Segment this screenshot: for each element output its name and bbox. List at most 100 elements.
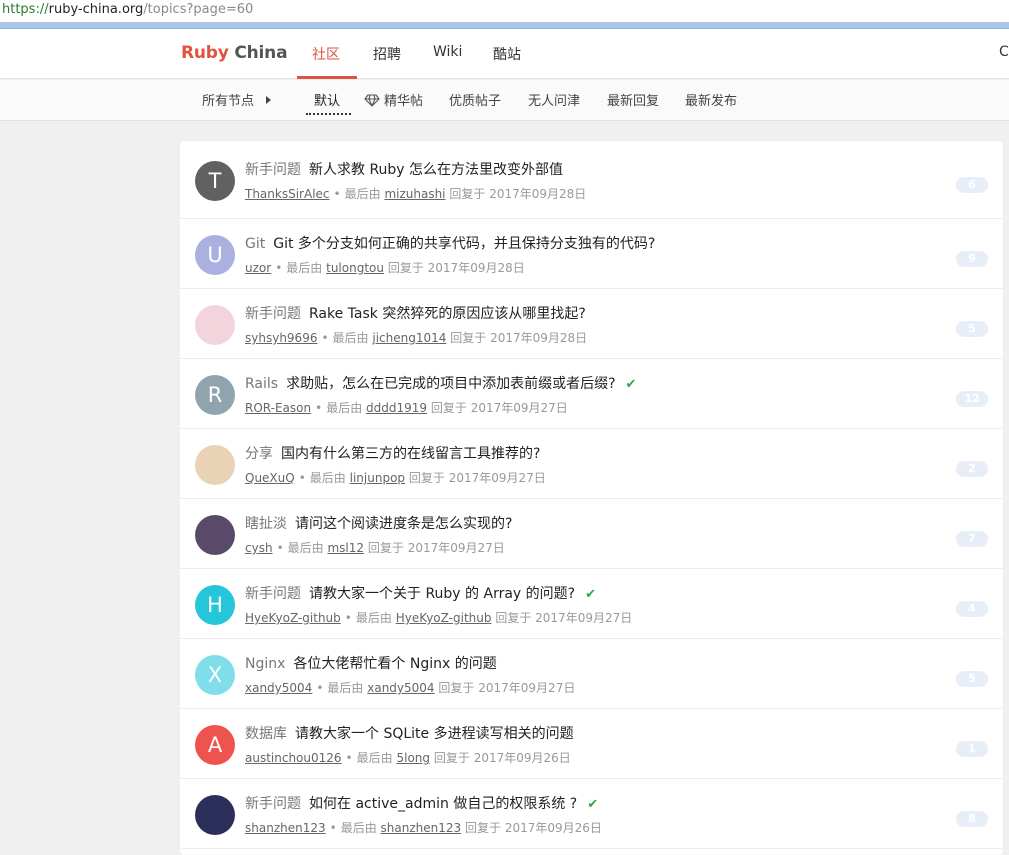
nav-wiki[interactable]: Wiki: [433, 44, 462, 60]
reply-count-badge[interactable]: 7: [956, 531, 988, 547]
user-avatar[interactable]: [195, 445, 235, 485]
topic-meta: QueXuQ • 最后由 linjunpop 回复于 2017年09月27日: [245, 469, 546, 486]
filter-no-reply[interactable]: 无人问津: [528, 90, 580, 109]
last-reply-user-link[interactable]: shanzhen123: [381, 821, 462, 835]
author-link[interactable]: xandy5004: [245, 681, 312, 695]
last-reply-user-link[interactable]: xandy5004: [367, 681, 434, 695]
topic-title-link[interactable]: 各位大佬帮忙看个 Nginx 的问题: [293, 656, 496, 672]
author-link[interactable]: shanzhen123: [245, 821, 326, 835]
last-by-label: 最后由: [356, 751, 393, 765]
node-link[interactable]: Nginx: [245, 656, 285, 672]
filter-last-reply[interactable]: 最新回复: [607, 90, 659, 109]
author-link[interactable]: syhsyh9696: [245, 331, 317, 345]
last-by-label: 最后由: [326, 401, 363, 415]
topic-title-link[interactable]: Rake Task 突然猝死的原因应该从哪里找起?: [309, 306, 586, 322]
topic-row[interactable]: H 新手问题 请教大家一个关于 Ruby 的 Array 的问题? ✔ HyeKyoZ-…: [180, 569, 1003, 639]
filter-bar: 所有节点 默认 精华帖 优质帖子 无人问津 最新回复 最新发布: [0, 80, 1009, 121]
last-reply-user-link[interactable]: dddd1919: [366, 401, 427, 415]
nav-sites[interactable]: 酷站: [493, 44, 521, 64]
topic-title-link[interactable]: 新人求教 Ruby 怎么在方法里改变外部值: [309, 162, 563, 178]
topic-list: T 新手问题 新人求教 Ruby 怎么在方法里改变外部值 ThanksSirAlec •…: [180, 141, 1003, 855]
all-nodes-dropdown[interactable]: 所有节点: [202, 90, 272, 109]
reply-count-badge[interactable]: 6: [956, 177, 988, 193]
filter-excellent[interactable]: 精华帖: [364, 90, 423, 109]
user-avatar[interactable]: H: [195, 585, 235, 625]
user-avatar[interactable]: A: [195, 725, 235, 765]
node-link[interactable]: 分享: [245, 446, 273, 462]
reply-count-badge[interactable]: 8: [956, 811, 988, 827]
last-reply-user-link[interactable]: HyeKyoZ-github: [396, 611, 492, 625]
user-avatar[interactable]: R: [195, 375, 235, 415]
last-reply-user-link[interactable]: linjunpop: [350, 471, 405, 485]
topic-title-link[interactable]: 如何在 active_admin 做自己的权限系统 ?: [309, 796, 577, 812]
topic-row[interactable]: U Git Git 多个分支如何正确的共享代码，并且保持分支独有的代码? uzor • 最…: [180, 219, 1003, 289]
nav-right-cutoff[interactable]: C: [999, 44, 1009, 60]
author-link[interactable]: ThanksSirAlec: [245, 187, 330, 201]
author-link[interactable]: austinchou0126: [245, 751, 342, 765]
user-avatar[interactable]: [195, 795, 235, 835]
reply-count-badge[interactable]: 12: [956, 391, 988, 407]
reply-count-badge[interactable]: 1: [956, 741, 988, 757]
nav-jobs[interactable]: 招聘: [373, 44, 401, 64]
last-reply-user-link[interactable]: tulongtou: [326, 261, 384, 275]
topic-title-link[interactable]: Git 多个分支如何正确的共享代码，并且保持分支独有的代码?: [273, 236, 655, 252]
reply-count-badge[interactable]: 5: [956, 671, 988, 687]
author-link[interactable]: ROR-Eason: [245, 401, 311, 415]
last-reply-user-link[interactable]: 5long: [396, 751, 430, 765]
node-link[interactable]: 数据库: [245, 726, 287, 742]
topic-row[interactable]: A 数据库 请教大家一个 SQLite 多进程读写相关的问题 austinchou01…: [180, 709, 1003, 779]
last-reply-user-link[interactable]: msl12: [327, 541, 364, 555]
topic-title-link[interactable]: 求助贴，怎么在已完成的项目中添加表前缀或者后缀?: [286, 376, 615, 392]
separator-dot: •: [344, 611, 352, 625]
browser-tab-strip: [0, 22, 1009, 29]
nav-community[interactable]: 社区: [312, 44, 340, 64]
node-link[interactable]: 新手问题: [245, 162, 301, 178]
topic-title-link[interactable]: 请教大家一个 SQLite 多进程读写相关的问题: [295, 726, 574, 742]
node-link[interactable]: 瞎扯淡: [245, 516, 287, 532]
topic-title-line: 新手问题 如何在 active_admin 做自己的权限系统 ? ✔: [245, 793, 598, 813]
solved-check-icon: ✔: [625, 377, 637, 392]
node-link[interactable]: Rails: [245, 376, 278, 392]
replied-at-label: 回复于: [430, 401, 467, 415]
topic-row[interactable]: 新手问题 如何在 active_admin 做自己的权限系统 ? ✔ shanzhen…: [180, 779, 1003, 849]
reply-count-badge[interactable]: 4: [956, 601, 988, 617]
topic-title-link[interactable]: 请问这个阅读进度条是怎么实现的?: [295, 516, 512, 532]
topic-row[interactable]: R Rails 求助贴，怎么在已完成的项目中添加表前缀或者后缀? ✔ ROR-Eason…: [180, 359, 1003, 429]
reply-date: 2017年09月28日: [489, 187, 587, 201]
author-link[interactable]: HyeKyoZ-github: [245, 611, 341, 625]
reply-date: 2017年09月28日: [490, 331, 588, 345]
topic-title-link[interactable]: 请教大家一个关于 Ruby 的 Array 的问题?: [309, 586, 575, 602]
topic-title-link[interactable]: 国内有什么第三方的在线留言工具推荐的?: [281, 446, 540, 462]
topic-row[interactable]: 瞎扯淡 请问这个阅读进度条是怎么实现的? cysh • 最后由 msl12 回复于 20…: [180, 499, 1003, 569]
topic-row[interactable]: T 新手问题 新人求教 Ruby 怎么在方法里改变外部值 ThanksSirAlec •…: [180, 141, 1003, 219]
last-reply-user-link[interactable]: mizuhashi: [384, 187, 445, 201]
reply-count-badge[interactable]: 9: [956, 251, 988, 267]
node-link[interactable]: 新手问题: [245, 796, 301, 812]
node-link[interactable]: 新手问题: [245, 306, 301, 322]
brand-logo[interactable]: Ruby China: [181, 43, 288, 63]
user-avatar[interactable]: X: [195, 655, 235, 695]
user-avatar[interactable]: U: [195, 235, 235, 275]
topic-title-line: Git Git 多个分支如何正确的共享代码，并且保持分支独有的代码?: [245, 233, 655, 253]
separator-dot: •: [345, 751, 353, 765]
filter-popular[interactable]: 优质帖子: [449, 90, 501, 109]
author-link[interactable]: cysh: [245, 541, 273, 555]
topic-row[interactable]: 分享 国内有什么第三方的在线留言工具推荐的? QueXuQ • 最后由 linjunpo…: [180, 429, 1003, 499]
node-link[interactable]: Git: [245, 236, 265, 252]
node-link[interactable]: 新手问题: [245, 586, 301, 602]
address-bar[interactable]: https://ruby-china.org/topics?page=60: [0, 0, 1009, 22]
user-avatar[interactable]: [195, 515, 235, 555]
user-avatar[interactable]: [195, 305, 235, 345]
last-by-label: 最后由: [286, 261, 323, 275]
topic-meta: xandy5004 • 最后由 xandy5004 回复于 2017年09月27日: [245, 679, 575, 696]
topic-row[interactable]: 新手问题 Rake Task 突然猝死的原因应该从哪里找起? syhsyh9696 •…: [180, 289, 1003, 359]
reply-count-badge[interactable]: 5: [956, 321, 988, 337]
author-link[interactable]: uzor: [245, 261, 271, 275]
filter-recent[interactable]: 最新发布: [685, 90, 737, 109]
author-link[interactable]: QueXuQ: [245, 471, 295, 485]
topic-row[interactable]: X Nginx 各位大佬帮忙看个 Nginx 的问题 xandy5004 • 最后由 xa…: [180, 639, 1003, 709]
filter-default[interactable]: 默认: [314, 90, 340, 109]
user-avatar[interactable]: T: [195, 161, 235, 201]
reply-count-badge[interactable]: 2: [956, 461, 988, 477]
last-reply-user-link[interactable]: jicheng1014: [372, 331, 446, 345]
